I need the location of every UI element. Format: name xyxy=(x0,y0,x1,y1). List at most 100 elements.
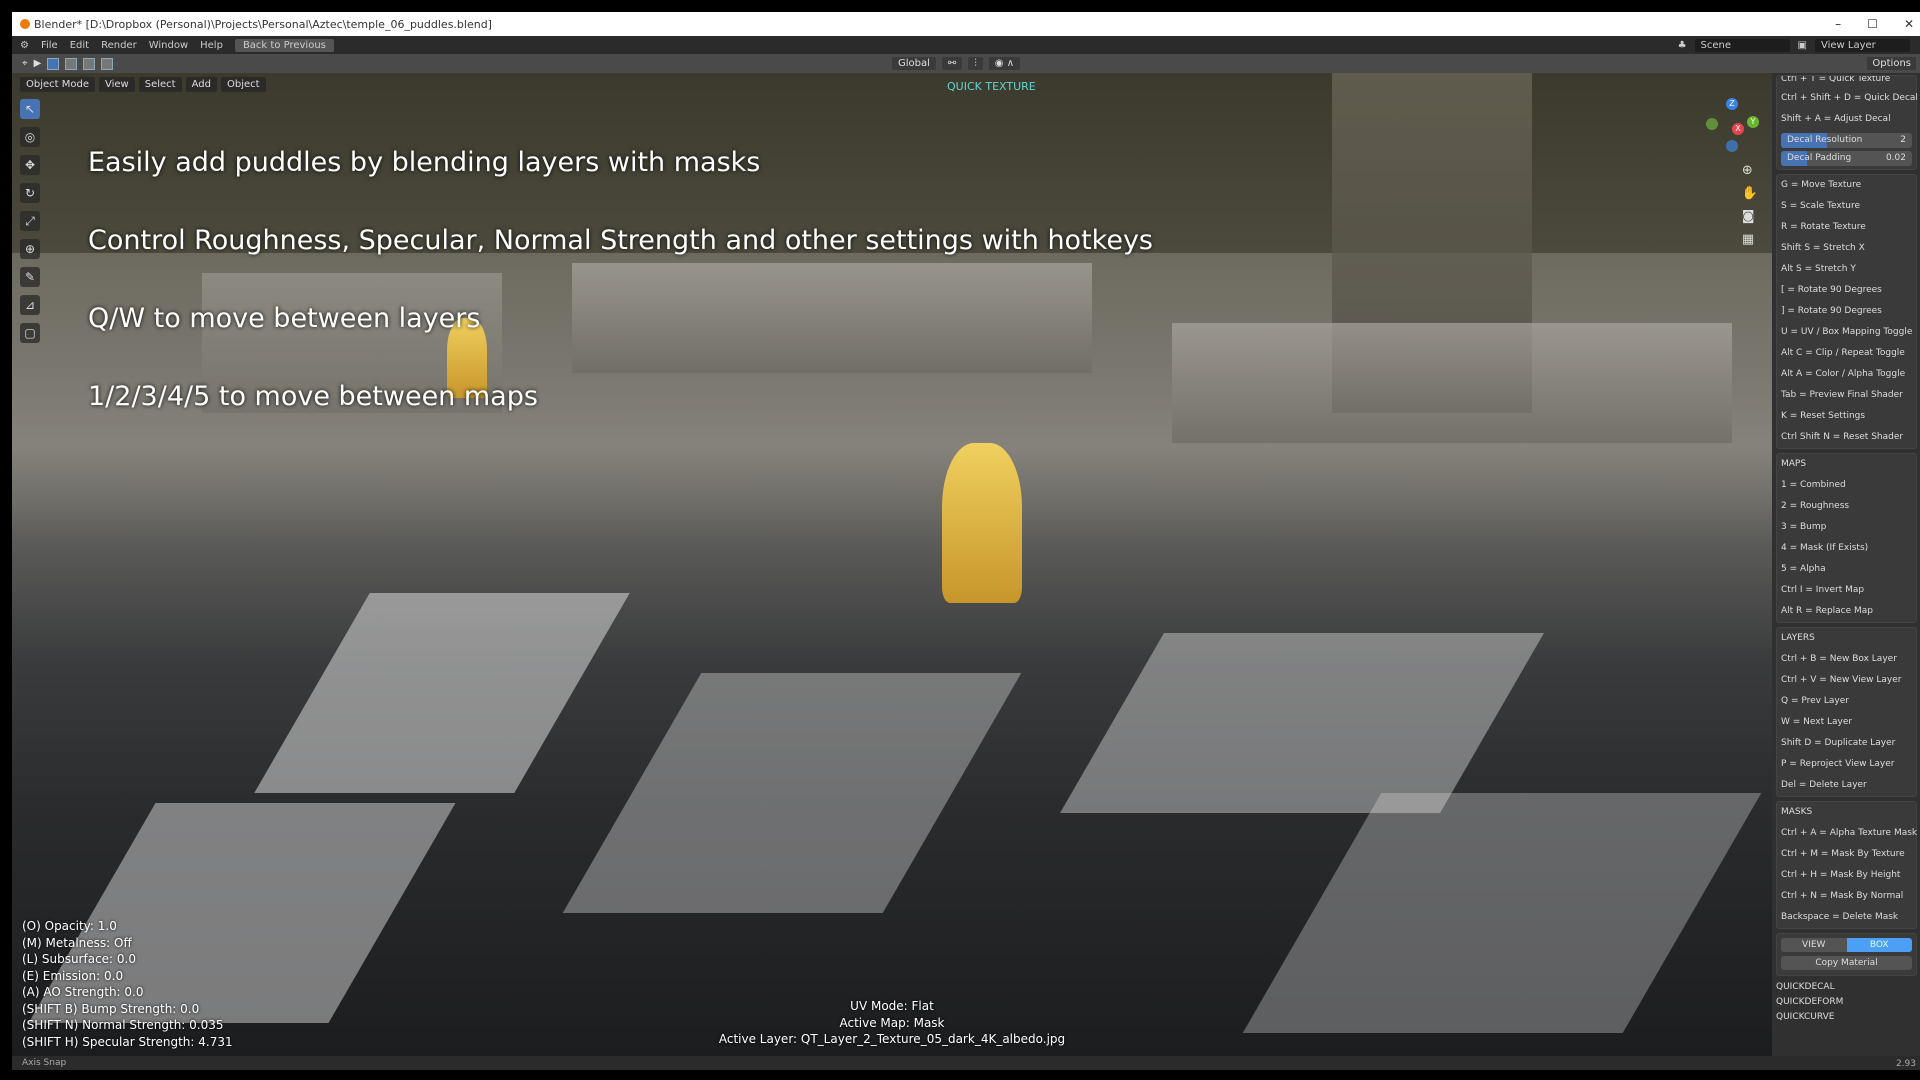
mode-section: VIEW BOX Copy Material xyxy=(1776,933,1917,976)
proportional-edit-icon[interactable]: ◉ ∧ xyxy=(988,57,1021,70)
annotate-icon[interactable]: ✎ xyxy=(20,267,40,287)
scale-icon[interactable]: ⤢ xyxy=(20,211,40,231)
pan-hand-icon[interactable]: ✋ xyxy=(1742,186,1758,201)
window-title: Blender* [D:\Dropbox (Personal)\Projects… xyxy=(34,17,492,31)
section-title: MAPS xyxy=(1781,459,1807,469)
box-mode-button[interactable]: BOX xyxy=(1846,938,1912,952)
overlay-line: 1/2/3/4/5 to move between maps xyxy=(88,381,538,412)
cursor-icon[interactable]: ◎ xyxy=(20,127,40,147)
add-menu[interactable]: Add xyxy=(185,77,217,92)
menu-window[interactable]: Window xyxy=(149,40,188,51)
mode-dropdown[interactable]: Object Mode xyxy=(20,77,95,92)
zoom-icon[interactable]: ⊕ xyxy=(1742,163,1758,178)
hotkey-line: Ctrl + Shift + D = Quick Decal xyxy=(1781,93,1918,103)
hotkey-line: Alt R = Replace Map xyxy=(1781,606,1874,616)
minimize-button[interactable]: – xyxy=(1835,12,1841,36)
subpanel-quickdecal[interactable]: QUICKDECAL xyxy=(1776,980,1917,995)
hotkey-line: 4 = Mask (If Exists) xyxy=(1781,543,1869,553)
gizmo-z[interactable]: Z xyxy=(1726,98,1738,110)
section-title: MASKS xyxy=(1781,807,1813,817)
editor-type-icon[interactable]: ⌖ xyxy=(22,58,28,69)
hotkey-line: P = Reproject View Layer xyxy=(1781,759,1895,769)
hotkey-line: ] = Rotate 90 Degrees xyxy=(1781,306,1882,316)
hotkey-line: Ctrl + A = Alpha Texture Mask xyxy=(1781,828,1918,838)
hotkey-line: U = UV / Box Mapping Toggle xyxy=(1781,327,1913,337)
window-titlebar: Blender* [D:\Dropbox (Personal)\Projects… xyxy=(12,12,1920,36)
subpanel-quickcurve[interactable]: QUICKCURVE xyxy=(1776,1010,1917,1025)
overlay-line: Q/W to move between layers xyxy=(88,303,481,334)
transform-orientation-dropdown[interactable]: Global xyxy=(892,57,936,70)
rotate-icon[interactable]: ↻ xyxy=(20,183,40,203)
view-box-toggle[interactable]: VIEW BOX xyxy=(1781,938,1912,952)
layer-status: UV Mode: Flat Active Map: Mask Active La… xyxy=(12,998,1772,1048)
back-to-previous-button[interactable]: Back to Previous xyxy=(234,38,334,52)
copy-material-button[interactable]: Copy Material xyxy=(1781,956,1912,970)
menu-file[interactable]: File xyxy=(41,40,58,51)
gizmo-neg-y[interactable] xyxy=(1706,118,1718,130)
select-mode-new-icon[interactable] xyxy=(47,57,60,70)
scene-icon[interactable]: ♣ xyxy=(1678,40,1687,51)
axis-snap-hint: Axis Snap xyxy=(22,1058,67,1068)
puddle xyxy=(562,673,1022,913)
camera-icon[interactable]: ◙ xyxy=(1742,209,1758,224)
view-layer-field[interactable]: View Layer xyxy=(1815,38,1910,52)
hotkey-line: Q = Prev Layer xyxy=(1781,696,1849,706)
menu-help[interactable]: Help xyxy=(200,40,223,51)
quick-tools-sidebar: Ctrl + T = Quick Texture Ctrl + Shift + … xyxy=(1772,73,1920,1056)
menu-render[interactable]: Render xyxy=(101,40,137,51)
select-mode-subtract-icon[interactable] xyxy=(83,57,96,70)
measure-icon[interactable]: ⊿ xyxy=(20,295,40,315)
tool-header: ⌖ ▶ Global ⚯ ⫶ ◉ ∧ Options xyxy=(12,54,1920,73)
close-button[interactable]: ✕ xyxy=(1904,12,1914,36)
view-menu[interactable]: View xyxy=(99,77,135,92)
hotkey-line: Shift D = Duplicate Layer xyxy=(1781,738,1896,748)
view-layer-icon[interactable]: ▣ xyxy=(1798,40,1807,51)
menu-edit[interactable]: Edit xyxy=(70,40,89,51)
masks-section: MASKS Ctrl + A = Alpha Texture Mask Ctrl +… xyxy=(1776,801,1917,929)
version-label: 2.93 xyxy=(1895,1059,1916,1069)
move-icon[interactable]: ✥ xyxy=(20,155,40,175)
decal-padding-slider[interactable]: Decal Padding 0.02 xyxy=(1781,151,1912,166)
select-menu[interactable]: Select xyxy=(138,77,182,92)
hotkey-line: Ctrl I = Invert Map xyxy=(1781,585,1865,595)
view-mode-button[interactable]: VIEW xyxy=(1781,938,1847,952)
add-cube-icon[interactable]: ▢ xyxy=(20,323,40,343)
transform-icon[interactable]: ⊕ xyxy=(20,239,40,259)
yellow-figure xyxy=(942,443,1022,603)
section-title: LAYERS xyxy=(1781,633,1815,643)
select-mode-extend-icon[interactable] xyxy=(65,57,78,70)
hotkey-line: [ = Rotate 90 Degrees xyxy=(1781,285,1882,295)
hotkey-line: Ctrl + H = Mask By Height xyxy=(1781,870,1901,880)
3d-viewport[interactable]: Object Mode View Select Add Object QUICK… xyxy=(12,73,1772,1056)
gizmo-x[interactable]: X xyxy=(1732,123,1744,135)
object-menu[interactable]: Object xyxy=(220,77,266,92)
grid-icon[interactable]: ▦ xyxy=(1742,232,1758,247)
scene-field[interactable]: Scene xyxy=(1694,38,1790,52)
decal-resolution-value: 2 xyxy=(1900,135,1906,145)
decal-padding-label: Decal Padding xyxy=(1787,153,1852,163)
hotkey-line: Del = Delete Layer xyxy=(1781,780,1867,790)
navigation-gizmo[interactable]: Z X Y xyxy=(1702,98,1762,168)
puddle xyxy=(1060,633,1544,813)
layers-section: LAYERS Ctrl + B = New Box Layer Ctrl + V =… xyxy=(1776,627,1917,797)
hotkey-line: Alt C = Clip / Repeat Toggle xyxy=(1781,348,1905,358)
blender-menu-icon[interactable]: ⚙ xyxy=(20,40,29,51)
gizmo-neg-z[interactable] xyxy=(1726,140,1738,152)
select-box-icon[interactable]: ↖ xyxy=(20,99,40,119)
maximize-button[interactable]: ☐ xyxy=(1867,12,1878,36)
pivot-icon[interactable]: ⚯ xyxy=(941,57,963,70)
navigation-icons: ⊕ ✋ ◙ ▦ xyxy=(1742,163,1758,247)
hotkey-line: W = Next Layer xyxy=(1781,717,1853,727)
options-button[interactable]: Options xyxy=(1867,57,1916,70)
gizmo-y[interactable]: Y xyxy=(1747,116,1759,128)
select-mode-intersect-icon[interactable] xyxy=(101,57,114,70)
select-tool-icon[interactable]: ▶ xyxy=(34,58,42,69)
menu-bar: ⚙ File Edit Render Window Help Back to P… xyxy=(12,36,1920,54)
hotkey-line: Alt A = Color / Alpha Toggle xyxy=(1781,369,1906,379)
toolbar: ↖ ◎ ✥ ↻ ⤢ ⊕ ✎ ⊿ ▢ xyxy=(20,99,40,343)
property-line: (E) Emission: 0.0 xyxy=(22,968,124,983)
decal-resolution-label: Decal Resolution xyxy=(1787,135,1863,145)
decal-resolution-slider[interactable]: Decal Resolution 2 xyxy=(1781,133,1912,148)
snap-icon[interactable]: ⫶ xyxy=(968,57,983,70)
subpanel-quickdeform[interactable]: QUICKDEFORM xyxy=(1776,995,1917,1010)
